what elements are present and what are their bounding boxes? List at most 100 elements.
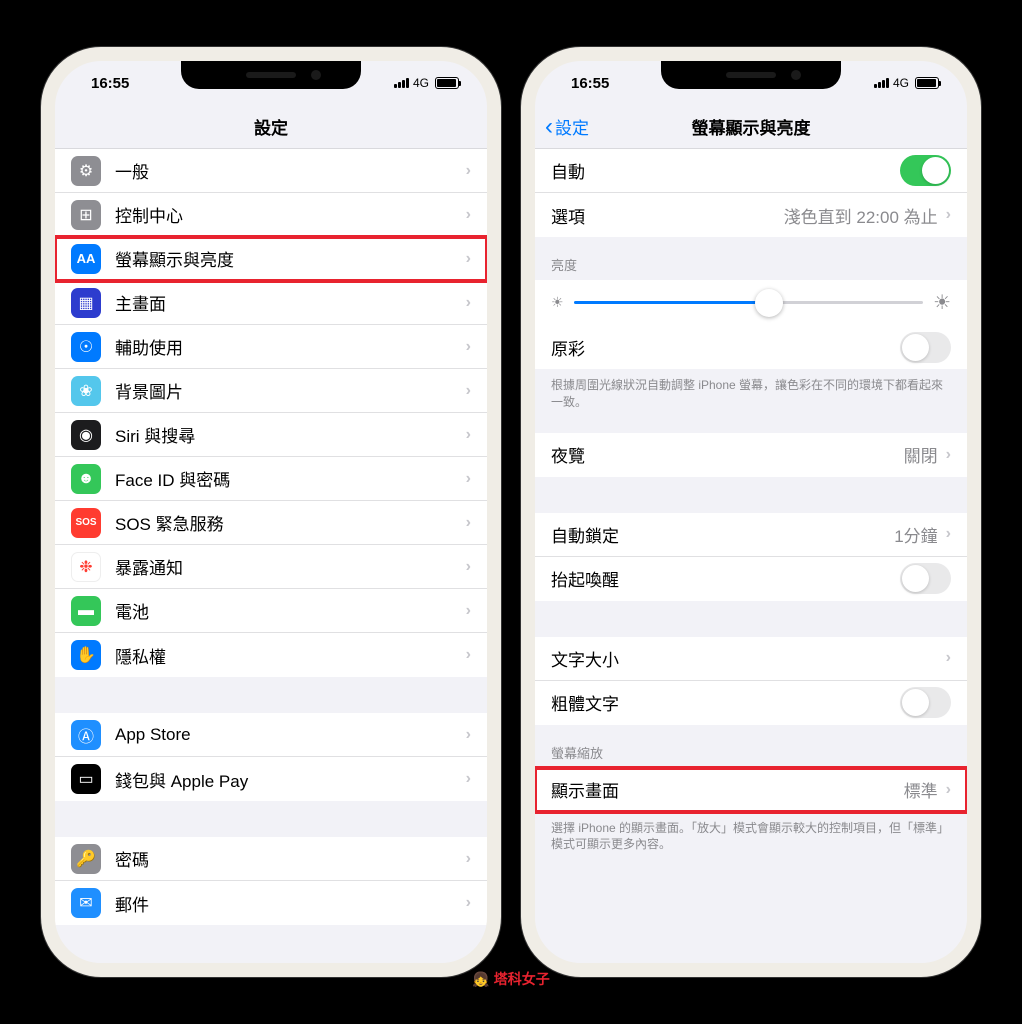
brightness-header: 亮度 (535, 237, 967, 280)
row-options[interactable]: 選項 淺色直到 22:00 為止 › (535, 193, 967, 237)
chevron-right-icon: › (946, 206, 951, 224)
options-value: 淺色直到 22:00 為止 (784, 203, 938, 228)
bold-label: 粗體文字 (551, 690, 900, 715)
status-time: 16:55 (91, 75, 129, 92)
privacy-icon: ✋ (71, 640, 101, 670)
row-wallpaper[interactable]: ❀背景圖片› (55, 369, 487, 413)
display-settings[interactable]: 自動 選項 淺色直到 22:00 為止 › 亮度 ☀ ☀ 原彩 (535, 149, 967, 963)
row-wallet[interactable]: ▭錢包與 Apple Pay› (55, 757, 487, 801)
phone-left: 16:55 4G 設定 ⚙一般›⊞控制中心›AA螢幕顯示與亮度›▦主畫面›☉輔助… (41, 47, 501, 977)
row-siri-search[interactable]: ◉ Siri 與搜尋› (55, 413, 487, 457)
chevron-right-icon: › (466, 250, 471, 268)
accessibility-label: 輔助使用 (115, 334, 466, 359)
autolock-value: 1分鐘 (894, 522, 937, 547)
row-auto[interactable]: 自動 (535, 149, 967, 193)
row-privacy[interactable]: ✋隱私權› (55, 633, 487, 677)
back-button[interactable]: ‹設定 (545, 114, 589, 139)
mail-icon: ✉ (71, 888, 101, 918)
chevron-right-icon: › (466, 850, 471, 868)
chevron-right-icon: › (466, 602, 471, 620)
home-screen-label: 主畫面 (115, 290, 466, 315)
page-title: 設定 (254, 114, 288, 139)
row-exposure[interactable]: ❉暴露通知› (55, 545, 487, 589)
screen-left: 16:55 4G 設定 ⚙一般›⊞控制中心›AA螢幕顯示與亮度›▦主畫面›☉輔助… (55, 61, 487, 963)
battery-icon (915, 77, 939, 89)
home-screen-icon: ▦ (71, 288, 101, 318)
signal-icon (874, 78, 889, 88)
chevron-right-icon: › (466, 894, 471, 912)
row-home-screen[interactable]: ▦主畫面› (55, 281, 487, 325)
status-time: 16:55 (571, 75, 609, 92)
signal-icon (394, 78, 409, 88)
autolock-label: 自動鎖定 (551, 522, 894, 547)
display-brightness-icon: AA (71, 244, 101, 274)
row-accessibility[interactable]: ☉輔助使用› (55, 325, 487, 369)
truetone-label: 原彩 (551, 335, 900, 360)
notch (661, 61, 841, 89)
row-autolock[interactable]: 自動鎖定 1分鐘 › (535, 513, 967, 557)
sos-icon: SOS (71, 508, 101, 538)
siri-search-icon: ◉ (71, 420, 101, 450)
screen-right: 16:55 4G ‹設定 螢幕顯示與亮度 自動 選項 淺色直到 22:00 為止… (535, 61, 967, 963)
row-truetone[interactable]: 原彩 (535, 325, 967, 369)
row-display-brightness[interactable]: AA 螢幕顯示與亮度› (55, 237, 487, 281)
row-nightshift[interactable]: 夜覽 關閉 › (535, 433, 967, 477)
row-passwords[interactable]: 🔑 密碼› (55, 837, 487, 881)
row-battery[interactable]: ▬電池› (55, 589, 487, 633)
control-center-icon: ⊞ (71, 200, 101, 230)
raise-toggle[interactable] (900, 563, 951, 594)
row-mail[interactable]: ✉郵件› (55, 881, 487, 925)
row-view[interactable]: 顯示畫面 標準 › (535, 768, 967, 812)
page-title: 螢幕顯示與亮度 (692, 114, 811, 139)
row-bold[interactable]: 粗體文字 (535, 681, 967, 725)
display-brightness-label: 螢幕顯示與亮度 (115, 246, 466, 271)
row-sos[interactable]: SOS SOS 緊急服務› (55, 501, 487, 545)
auto-toggle[interactable] (900, 155, 951, 186)
truetone-toggle[interactable] (900, 332, 951, 363)
chevron-right-icon: › (466, 770, 471, 788)
nightshift-value: 關閉 (904, 442, 938, 467)
nightshift-label: 夜覽 (551, 442, 904, 467)
chevron-right-icon: › (466, 382, 471, 400)
phone-right: 16:55 4G ‹設定 螢幕顯示與亮度 自動 選項 淺色直到 22:00 為止… (521, 47, 981, 977)
control-center-label: 控制中心 (115, 202, 466, 227)
chevron-left-icon: ‹ (545, 115, 553, 139)
battery-icon: ▬ (71, 596, 101, 626)
passwords-label: 密碼 (115, 846, 466, 871)
battery-icon (435, 77, 459, 89)
row-raise[interactable]: 抬起喚醒 (535, 557, 967, 601)
chevron-right-icon: › (466, 206, 471, 224)
view-value: 標準 (904, 777, 938, 802)
general-icon: ⚙ (71, 156, 101, 186)
chevron-right-icon: › (466, 726, 471, 744)
watermark: 塔科女子 (472, 969, 549, 989)
row-general[interactable]: ⚙一般› (55, 149, 487, 193)
row-control-center[interactable]: ⊞ 控制中心› (55, 193, 487, 237)
faceid-passcode-label: Face ID 與密碼 (115, 466, 466, 491)
status-right: 4G (874, 76, 939, 90)
nav-bar: 設定 (55, 105, 487, 149)
siri-search-label: Siri 與搜尋 (115, 422, 466, 447)
sun-small-icon: ☀ (551, 294, 564, 311)
sun-large-icon: ☀ (933, 290, 951, 315)
chevron-right-icon: › (466, 470, 471, 488)
wallpaper-label: 背景圖片 (115, 378, 466, 403)
settings-list[interactable]: ⚙一般›⊞控制中心›AA螢幕顯示與亮度›▦主畫面›☉輔助使用›❀背景圖片›◉Si… (55, 149, 487, 963)
row-faceid-passcode[interactable]: ☻Face ID 與密碼› (55, 457, 487, 501)
view-label: 顯示畫面 (551, 777, 904, 802)
back-label: 設定 (555, 114, 589, 139)
brightness-slider[interactable] (574, 301, 924, 304)
chevron-right-icon: › (466, 426, 471, 444)
sos-label: SOS 緊急服務 (115, 510, 466, 535)
status-right: 4G (394, 76, 459, 90)
row-app-store[interactable]: ⒶApp Store› (55, 713, 487, 757)
chevron-right-icon: › (466, 558, 471, 576)
wallet-label: 錢包與 Apple Pay (115, 767, 466, 792)
chevron-right-icon: › (466, 514, 471, 532)
network-label: 4G (893, 76, 909, 90)
row-textsize[interactable]: 文字大小 › (535, 637, 967, 681)
chevron-right-icon: › (946, 781, 951, 799)
privacy-label: 隱私權 (115, 643, 466, 668)
bold-toggle[interactable] (900, 687, 951, 718)
passwords-icon: 🔑 (71, 844, 101, 874)
